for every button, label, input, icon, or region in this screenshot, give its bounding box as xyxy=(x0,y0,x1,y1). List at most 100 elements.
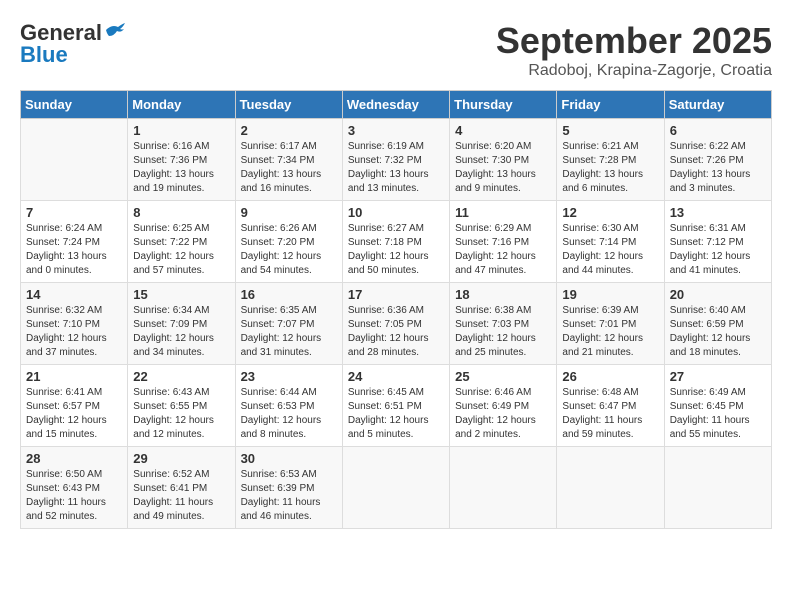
day-number: 29 xyxy=(133,451,229,466)
calendar-cell: 14 Sunrise: 6:32 AM Sunset: 7:10 PM Dayli… xyxy=(21,283,128,365)
day-number: 4 xyxy=(455,123,551,138)
weekday-header-row: SundayMondayTuesdayWednesdayThursdayFrid… xyxy=(21,91,772,119)
calendar-cell: 18 Sunrise: 6:38 AM Sunset: 7:03 PM Dayli… xyxy=(450,283,557,365)
calendar-cell: 28 Sunrise: 6:50 AM Sunset: 6:43 PM Dayli… xyxy=(21,447,128,529)
day-info: Sunrise: 6:40 AM Sunset: 6:59 PM Dayligh… xyxy=(670,304,766,360)
calendar-week-row: 28 Sunrise: 6:50 AM Sunset: 6:43 PM Dayli… xyxy=(21,447,772,529)
day-number: 30 xyxy=(241,451,337,466)
calendar-cell: 27 Sunrise: 6:49 AM Sunset: 6:45 PM Dayli… xyxy=(664,365,771,447)
calendar-cell: 13Sunrise: 6:31 AM Sunset: 7:12 PM Dayli… xyxy=(664,201,771,283)
day-number: 2 xyxy=(241,123,337,138)
day-info: Sunrise: 6:35 AM Sunset: 7:07 PM Dayligh… xyxy=(241,304,337,360)
calendar-cell: 15 Sunrise: 6:34 AM Sunset: 7:09 PM Dayli… xyxy=(128,283,235,365)
day-info: Sunrise: 6:38 AM Sunset: 7:03 PM Dayligh… xyxy=(455,304,551,360)
day-number: 9 xyxy=(241,205,337,220)
calendar-cell: 10 Sunrise: 6:27 AM Sunset: 7:18 PM Dayli… xyxy=(342,201,449,283)
calendar-cell: 5 Sunrise: 6:21 AM Sunset: 7:28 PM Daylig… xyxy=(557,119,664,201)
day-number: 17 xyxy=(348,287,444,302)
day-info: Sunrise: 6:19 AM Sunset: 7:32 PM Dayligh… xyxy=(348,140,444,196)
calendar-cell: 17 Sunrise: 6:36 AM Sunset: 7:05 PM Dayli… xyxy=(342,283,449,365)
day-info: Sunrise: 6:43 AM Sunset: 6:55 PM Dayligh… xyxy=(133,386,229,442)
day-number: 25 xyxy=(455,369,551,384)
calendar-cell: 1 Sunrise: 6:16 AM Sunset: 7:36 PM Daylig… xyxy=(128,119,235,201)
day-number: 18 xyxy=(455,287,551,302)
day-number: 11 xyxy=(455,205,551,220)
calendar-cell: 11Sunrise: 6:29 AM Sunset: 7:16 PM Dayli… xyxy=(450,201,557,283)
day-number: 19 xyxy=(562,287,658,302)
day-info: Sunrise: 6:39 AM Sunset: 7:01 PM Dayligh… xyxy=(562,304,658,360)
day-number: 13 xyxy=(670,205,766,220)
logo: General Blue xyxy=(20,20,126,68)
day-info: Sunrise: 6:45 AM Sunset: 6:51 PM Dayligh… xyxy=(348,386,444,442)
day-info: Sunrise: 6:41 AM Sunset: 6:57 PM Dayligh… xyxy=(26,386,122,442)
day-info: Sunrise: 6:26 AM Sunset: 7:20 PM Dayligh… xyxy=(241,222,337,278)
calendar-cell xyxy=(450,447,557,529)
day-info: Sunrise: 6:46 AM Sunset: 6:49 PM Dayligh… xyxy=(455,386,551,442)
calendar-cell: 16 Sunrise: 6:35 AM Sunset: 7:07 PM Dayli… xyxy=(235,283,342,365)
calendar-cell: 29 Sunrise: 6:52 AM Sunset: 6:41 PM Dayli… xyxy=(128,447,235,529)
calendar-cell xyxy=(21,119,128,201)
day-number: 20 xyxy=(670,287,766,302)
day-number: 27 xyxy=(670,369,766,384)
month-title: September 2025 xyxy=(496,20,772,62)
day-number: 16 xyxy=(241,287,337,302)
day-number: 3 xyxy=(348,123,444,138)
weekday-header-friday: Friday xyxy=(557,91,664,119)
calendar-cell: 26 Sunrise: 6:48 AM Sunset: 6:47 PM Dayli… xyxy=(557,365,664,447)
day-number: 10 xyxy=(348,205,444,220)
location: Radoboj, Krapina-Zagorje, Croatia xyxy=(496,62,772,80)
day-info: Sunrise: 6:27 AM Sunset: 7:18 PM Dayligh… xyxy=(348,222,444,278)
logo-blue-text: Blue xyxy=(20,42,68,68)
day-info: Sunrise: 6:34 AM Sunset: 7:09 PM Dayligh… xyxy=(133,304,229,360)
calendar-cell: 19 Sunrise: 6:39 AM Sunset: 7:01 PM Dayli… xyxy=(557,283,664,365)
weekday-header-sunday: Sunday xyxy=(21,91,128,119)
day-info: Sunrise: 6:17 AM Sunset: 7:34 PM Dayligh… xyxy=(241,140,337,196)
day-number: 8 xyxy=(133,205,229,220)
day-info: Sunrise: 6:44 AM Sunset: 6:53 PM Dayligh… xyxy=(241,386,337,442)
calendar-cell: 7 Sunrise: 6:24 AM Sunset: 7:24 PM Daylig… xyxy=(21,201,128,283)
day-info: Sunrise: 6:53 AM Sunset: 6:39 PM Dayligh… xyxy=(241,468,337,524)
logo-bird-icon xyxy=(104,22,126,40)
day-number: 22 xyxy=(133,369,229,384)
calendar-cell: 12 Sunrise: 6:30 AM Sunset: 7:14 PM Dayli… xyxy=(557,201,664,283)
calendar-cell xyxy=(342,447,449,529)
calendar-cell: 30 Sunrise: 6:53 AM Sunset: 6:39 PM Dayli… xyxy=(235,447,342,529)
weekday-header-wednesday: Wednesday xyxy=(342,91,449,119)
day-info: Sunrise: 6:22 AM Sunset: 7:26 PM Dayligh… xyxy=(670,140,766,196)
day-info: Sunrise: 6:36 AM Sunset: 7:05 PM Dayligh… xyxy=(348,304,444,360)
calendar-cell: 25 Sunrise: 6:46 AM Sunset: 6:49 PM Dayli… xyxy=(450,365,557,447)
day-number: 26 xyxy=(562,369,658,384)
calendar-cell: 2 Sunrise: 6:17 AM Sunset: 7:34 PM Daylig… xyxy=(235,119,342,201)
day-info: Sunrise: 6:24 AM Sunset: 7:24 PM Dayligh… xyxy=(26,222,122,278)
calendar-cell: 3 Sunrise: 6:19 AM Sunset: 7:32 PM Daylig… xyxy=(342,119,449,201)
calendar-cell: 4Sunrise: 6:20 AM Sunset: 7:30 PM Daylig… xyxy=(450,119,557,201)
day-info: Sunrise: 6:52 AM Sunset: 6:41 PM Dayligh… xyxy=(133,468,229,524)
day-info: Sunrise: 6:21 AM Sunset: 7:28 PM Dayligh… xyxy=(562,140,658,196)
day-number: 7 xyxy=(26,205,122,220)
weekday-header-saturday: Saturday xyxy=(664,91,771,119)
day-number: 12 xyxy=(562,205,658,220)
day-number: 15 xyxy=(133,287,229,302)
day-info: Sunrise: 6:32 AM Sunset: 7:10 PM Dayligh… xyxy=(26,304,122,360)
day-info: Sunrise: 6:49 AM Sunset: 6:45 PM Dayligh… xyxy=(670,386,766,442)
day-number: 1 xyxy=(133,123,229,138)
day-number: 5 xyxy=(562,123,658,138)
day-number: 24 xyxy=(348,369,444,384)
day-number: 14 xyxy=(26,287,122,302)
day-info: Sunrise: 6:48 AM Sunset: 6:47 PM Dayligh… xyxy=(562,386,658,442)
calendar-week-row: 14 Sunrise: 6:32 AM Sunset: 7:10 PM Dayli… xyxy=(21,283,772,365)
title-block: September 2025 Radoboj, Krapina-Zagorje,… xyxy=(496,20,772,80)
day-info: Sunrise: 6:50 AM Sunset: 6:43 PM Dayligh… xyxy=(26,468,122,524)
calendar-cell xyxy=(557,447,664,529)
calendar-cell: 8 Sunrise: 6:25 AM Sunset: 7:22 PM Daylig… xyxy=(128,201,235,283)
day-info: Sunrise: 6:30 AM Sunset: 7:14 PM Dayligh… xyxy=(562,222,658,278)
day-number: 23 xyxy=(241,369,337,384)
calendar-cell: 6Sunrise: 6:22 AM Sunset: 7:26 PM Daylig… xyxy=(664,119,771,201)
weekday-header-monday: Monday xyxy=(128,91,235,119)
calendar-cell: 9 Sunrise: 6:26 AM Sunset: 7:20 PM Daylig… xyxy=(235,201,342,283)
day-number: 28 xyxy=(26,451,122,466)
calendar-week-row: 1 Sunrise: 6:16 AM Sunset: 7:36 PM Daylig… xyxy=(21,119,772,201)
day-info: Sunrise: 6:16 AM Sunset: 7:36 PM Dayligh… xyxy=(133,140,229,196)
day-info: Sunrise: 6:25 AM Sunset: 7:22 PM Dayligh… xyxy=(133,222,229,278)
day-number: 21 xyxy=(26,369,122,384)
